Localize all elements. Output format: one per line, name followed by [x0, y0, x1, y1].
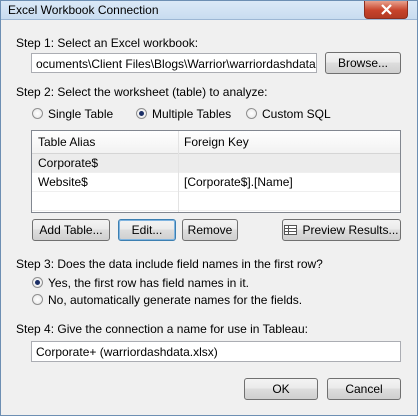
ok-button[interactable]: OK	[244, 378, 318, 400]
row-foreign-key: [Corporate$].[Name]	[184, 175, 293, 189]
grid-icon	[284, 225, 298, 235]
step2-label: Step 2: Select the worksheet (table) to …	[16, 85, 268, 99]
connection-name-input[interactable]: Corporate+ (warriordashdata.xlsx)	[31, 341, 401, 362]
table-header: Table Alias Foreign Key	[32, 131, 400, 154]
add-table-button[interactable]: Add Table...	[32, 219, 110, 241]
first-row-no-label[interactable]: No, automatically generate names for the…	[48, 293, 302, 307]
first-row-yes-radio[interactable]	[32, 277, 43, 288]
table-row[interactable]: Corporate$	[32, 154, 400, 173]
step1-label: Step 1: Select an Excel workbook:	[16, 36, 199, 50]
dialog-window: Excel Workbook Connection Step 1: Select…	[0, 0, 418, 416]
single-table-radio[interactable]	[32, 108, 43, 119]
browse-button[interactable]: Browse...	[325, 52, 401, 74]
column-divider	[178, 131, 179, 212]
first-row-no-radio[interactable]	[32, 294, 43, 305]
row-alias: Corporate$	[38, 156, 99, 170]
close-icon	[381, 4, 392, 15]
custom-sql-radio[interactable]	[246, 108, 257, 119]
column-header-foreign-key[interactable]: Foreign Key	[184, 135, 249, 149]
row-alias: Website$	[38, 175, 88, 189]
multiple-tables-label[interactable]: Multiple Tables	[152, 107, 231, 121]
preview-results-label: Preview Results...	[302, 223, 399, 237]
multiple-tables-radio[interactable]	[136, 108, 147, 119]
workbook-path-input[interactable]: ocuments\Client Files\Blogs\Warrior\warr…	[31, 53, 317, 73]
custom-sql-label[interactable]: Custom SQL	[262, 107, 331, 121]
preview-results-button[interactable]: Preview Results...	[282, 219, 401, 241]
tables-list[interactable]: Table Alias Foreign Key Corporate$ Websi…	[31, 130, 401, 213]
column-header-alias[interactable]: Table Alias	[38, 135, 95, 149]
table-row-empty[interactable]	[32, 192, 400, 211]
edit-button[interactable]: Edit...	[118, 219, 176, 241]
title-bar[interactable]: Excel Workbook Connection	[1, 1, 417, 20]
window-title: Excel Workbook Connection	[8, 3, 159, 17]
close-button[interactable]	[364, 1, 408, 19]
step4-label: Step 4: Give the connection a name for u…	[16, 322, 308, 336]
remove-button[interactable]: Remove	[182, 219, 238, 241]
step3-label: Step 3: Does the data include field name…	[16, 257, 323, 271]
first-row-yes-label[interactable]: Yes, the first row has field names in it…	[48, 276, 249, 290]
table-row[interactable]: Website$ [Corporate$].[Name]	[32, 173, 400, 192]
cancel-button[interactable]: Cancel	[327, 378, 401, 400]
single-table-label[interactable]: Single Table	[48, 107, 113, 121]
